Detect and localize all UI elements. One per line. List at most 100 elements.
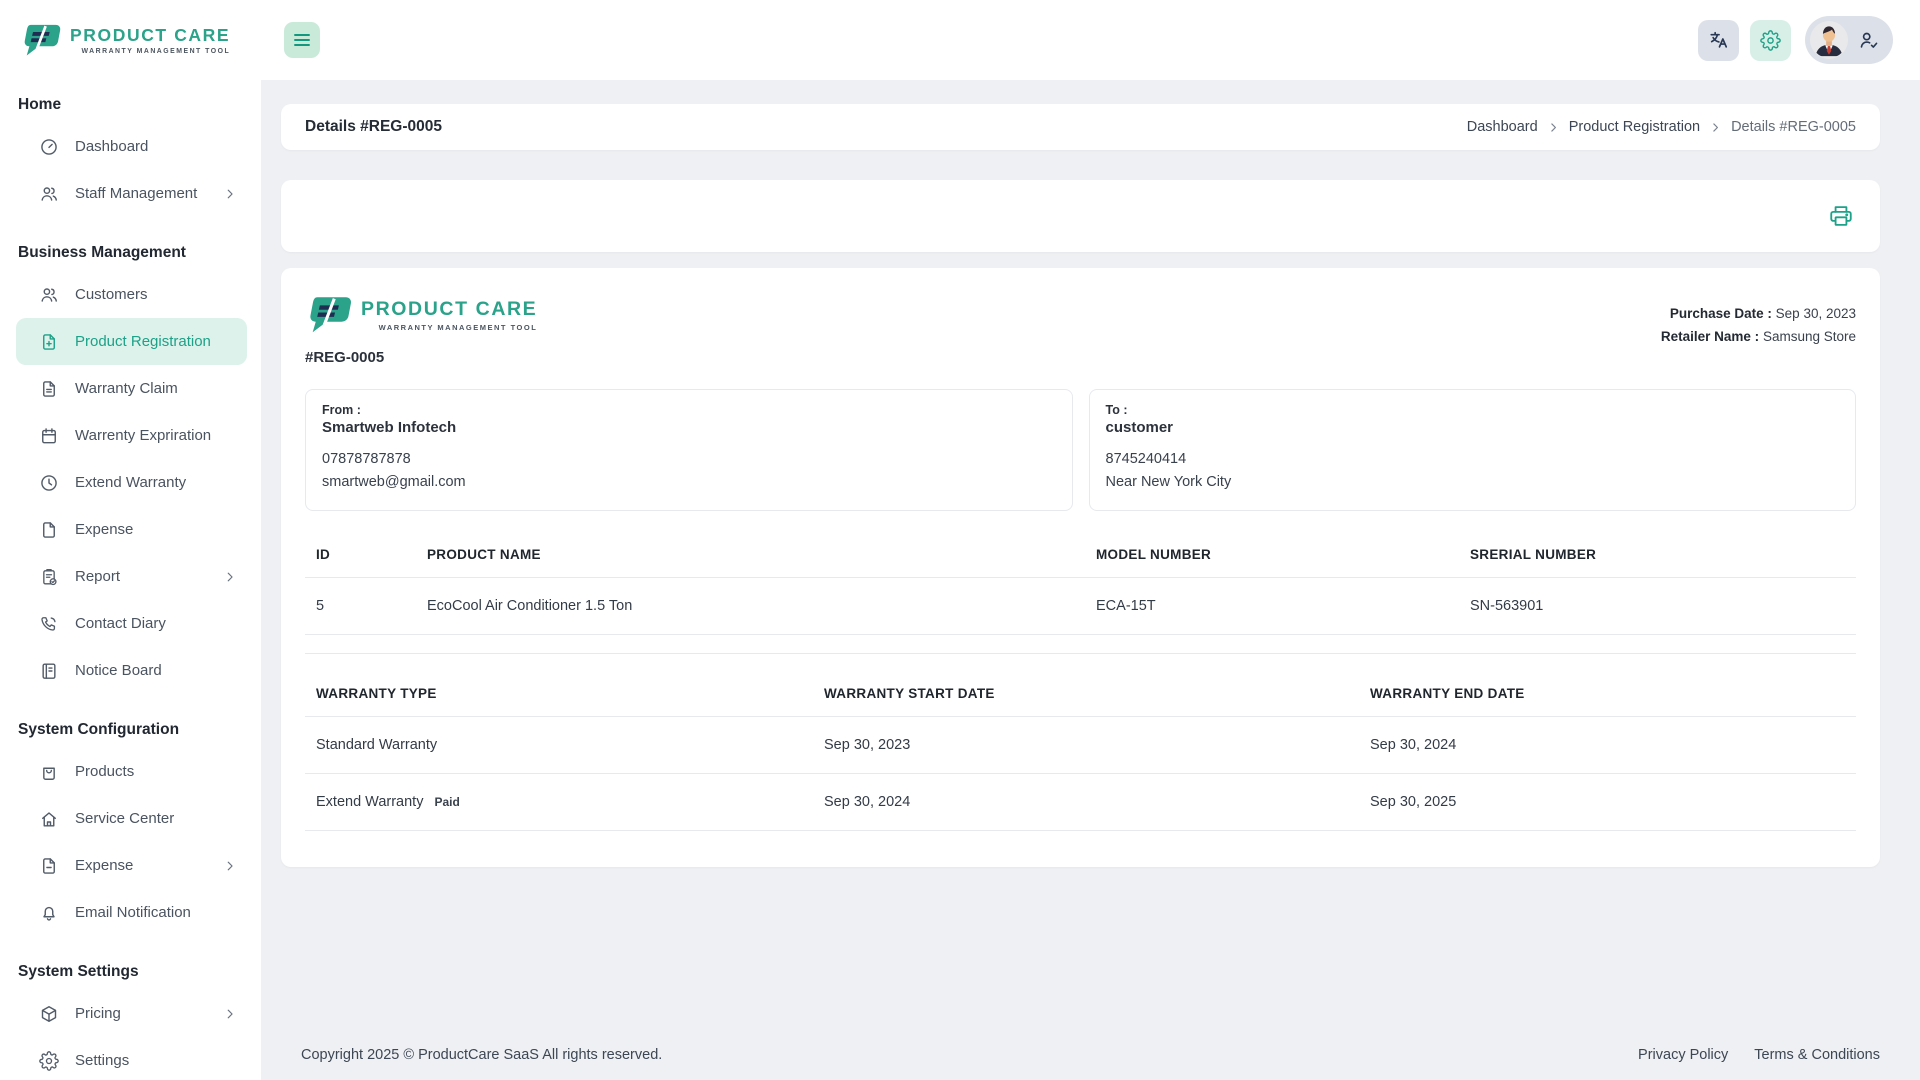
warranty-badge: Paid: [434, 795, 459, 809]
product-serial-number: SN-563901: [1470, 578, 1856, 635]
sidebar-item-settings[interactable]: Settings: [16, 1037, 247, 1080]
chevron-right-icon: [223, 859, 237, 873]
nav-heading-business-management: Business Management: [18, 244, 247, 262]
sidebar-item-warranty-expiration[interactable]: Warrenty Expriration: [16, 412, 247, 459]
breadcrumb: Dashboard Product Registration Details #…: [1467, 119, 1856, 135]
page-header-card: Details #REG-0005 Dashboard Product Regi…: [281, 104, 1880, 150]
breadcrumb-dashboard[interactable]: Dashboard: [1467, 119, 1538, 135]
brand-name: PRODUCT CARE: [361, 298, 537, 321]
invoice-card: PRODUCT CARE WARRANTY MANAGEMENT TOOL #R…: [281, 268, 1880, 867]
to-address: Near New York City: [1106, 474, 1840, 490]
sidebar-item-label: Dashboard: [75, 138, 148, 155]
settings-button[interactable]: [1750, 20, 1791, 61]
sidebar-item-label: Contact Diary: [75, 615, 166, 632]
brand-mark-icon: [305, 294, 353, 335]
chevron-right-icon: [1547, 121, 1560, 134]
clipboard-check-icon: [38, 566, 59, 587]
brand-name: PRODUCT CARE: [70, 25, 230, 46]
warranty-start-date: Sep 30, 2023: [824, 717, 1370, 774]
from-label: From :: [322, 403, 1056, 417]
product-model-number: ECA-15T: [1096, 578, 1470, 635]
sidebar-item-expense-config[interactable]: Expense: [16, 842, 247, 889]
sidebar-item-product-registration[interactable]: Product Registration: [16, 318, 247, 365]
nav-heading-system-settings: System Settings: [18, 963, 247, 981]
product-id: 5: [305, 578, 427, 635]
file-minus-icon: [38, 855, 59, 876]
sidebar-item-label: Email Notification: [75, 904, 191, 921]
hamburger-menu-button[interactable]: [284, 22, 320, 58]
sidebar-item-dashboard[interactable]: Dashboard: [16, 123, 247, 170]
registration-number: #REG-0005: [305, 349, 537, 366]
warranty-type: Extend WarrantyPaid: [305, 774, 824, 831]
sidebar-item-label: Staff Management: [75, 185, 197, 202]
chevron-right-icon: [223, 570, 237, 584]
file-icon: [38, 519, 59, 540]
sidebar-item-pricing[interactable]: Pricing: [16, 990, 247, 1037]
product-row: 5 EcoCool Air Conditioner 1.5 Ton ECA-15…: [305, 578, 1856, 635]
sidebar-item-contact-diary[interactable]: Contact Diary: [16, 600, 247, 647]
sidebar-item-customers[interactable]: Customers: [16, 271, 247, 318]
hamburger-icon: [293, 33, 311, 47]
copyright-text: Copyright 2025 © ProductCare SaaS All ri…: [301, 1047, 662, 1063]
breadcrumb-product-registration[interactable]: Product Registration: [1569, 119, 1700, 135]
brand-mark-icon: [20, 22, 62, 58]
to-box: To : customer 8745240414 Near New York C…: [1089, 389, 1857, 511]
chevron-right-icon: [223, 1007, 237, 1021]
column-header-warranty-type: WARRANTY TYPE: [305, 680, 824, 717]
translate-button[interactable]: [1698, 20, 1739, 61]
sidebar-item-extend-warranty[interactable]: Extend Warranty: [16, 459, 247, 506]
sidebar-item-label: Settings: [75, 1052, 129, 1069]
sidebar-item-label: Notice Board: [75, 662, 162, 679]
nav-heading-system-configuration: System Configuration: [18, 721, 247, 739]
file-plus-icon: [38, 331, 59, 352]
column-header-warranty-start-date: WARRANTY START DATE: [824, 680, 1370, 717]
user-menu[interactable]: [1805, 16, 1893, 64]
page-title: Details #REG-0005: [305, 118, 442, 136]
sidebar-item-label: Products: [75, 763, 134, 780]
translate-icon: [1708, 29, 1730, 51]
sidebar-item-service-center[interactable]: Service Center: [16, 795, 247, 842]
sidebar-item-email-notification[interactable]: Email Notification: [16, 889, 247, 936]
sidebar-item-staff-management[interactable]: Staff Management: [16, 170, 247, 217]
brand-logo[interactable]: PRODUCT CARE WARRANTY MANAGEMENT TOOL: [0, 0, 261, 80]
nav-heading-home: Home: [18, 96, 247, 114]
warranty-start-date: Sep 30, 2024: [824, 774, 1370, 831]
sidebar-item-label: Expense: [75, 521, 133, 538]
calendar-icon: [38, 425, 59, 446]
gauge-icon: [38, 136, 59, 157]
warranty-row: Extend WarrantyPaid Sep 30, 2024 Sep 30,…: [305, 774, 1856, 831]
chevron-right-icon: [1709, 121, 1722, 134]
sidebar-item-report[interactable]: Report: [16, 553, 247, 600]
warranty-table: WARRANTY TYPE WARRANTY START DATE WARRAN…: [305, 680, 1856, 831]
gear-icon: [38, 1050, 59, 1071]
shopping-bag-icon: [38, 761, 59, 782]
sidebar-item-label: Report: [75, 568, 120, 585]
toolbar-card: [281, 180, 1880, 252]
sidebar-item-warranty-claim[interactable]: Warranty Claim: [16, 365, 247, 412]
user-check-icon: [1858, 29, 1880, 51]
sidebar-item-products[interactable]: Products: [16, 748, 247, 795]
to-phone: 8745240414: [1106, 451, 1840, 467]
privacy-policy-link[interactable]: Privacy Policy: [1638, 1047, 1728, 1063]
sidebar-item-expense[interactable]: Expense: [16, 506, 247, 553]
package-icon: [38, 1003, 59, 1024]
sidebar-item-label: Extend Warranty: [75, 474, 186, 491]
from-box: From : Smartweb Infotech 07878787878 sma…: [305, 389, 1073, 511]
print-button[interactable]: [1828, 203, 1854, 229]
terms-conditions-link[interactable]: Terms & Conditions: [1754, 1047, 1880, 1063]
breadcrumb-current: Details #REG-0005: [1731, 119, 1856, 135]
purchase-date-label: Purchase Date :: [1670, 306, 1772, 321]
sidebar-item-notice-board[interactable]: Notice Board: [16, 647, 247, 694]
purchase-date-value: Sep 30, 2023: [1776, 306, 1856, 321]
retailer-name-label: Retailer Name :: [1661, 329, 1759, 344]
warranty-type-text: Standard Warranty: [316, 737, 437, 753]
main-area: Details #REG-0005 Dashboard Product Regi…: [261, 0, 1920, 1080]
phone-call-icon: [38, 613, 59, 634]
warranty-end-date: Sep 30, 2025: [1370, 774, 1856, 831]
avatar: [1810, 21, 1848, 59]
gear-icon: [1760, 30, 1781, 51]
sidebar: PRODUCT CARE WARRANTY MANAGEMENT TOOL Ho…: [0, 0, 261, 1080]
table-spacer-row: [305, 635, 1856, 654]
warranty-row: Standard Warranty Sep 30, 2023 Sep 30, 2…: [305, 717, 1856, 774]
sidebar-item-label: Warranty Claim: [75, 380, 178, 397]
